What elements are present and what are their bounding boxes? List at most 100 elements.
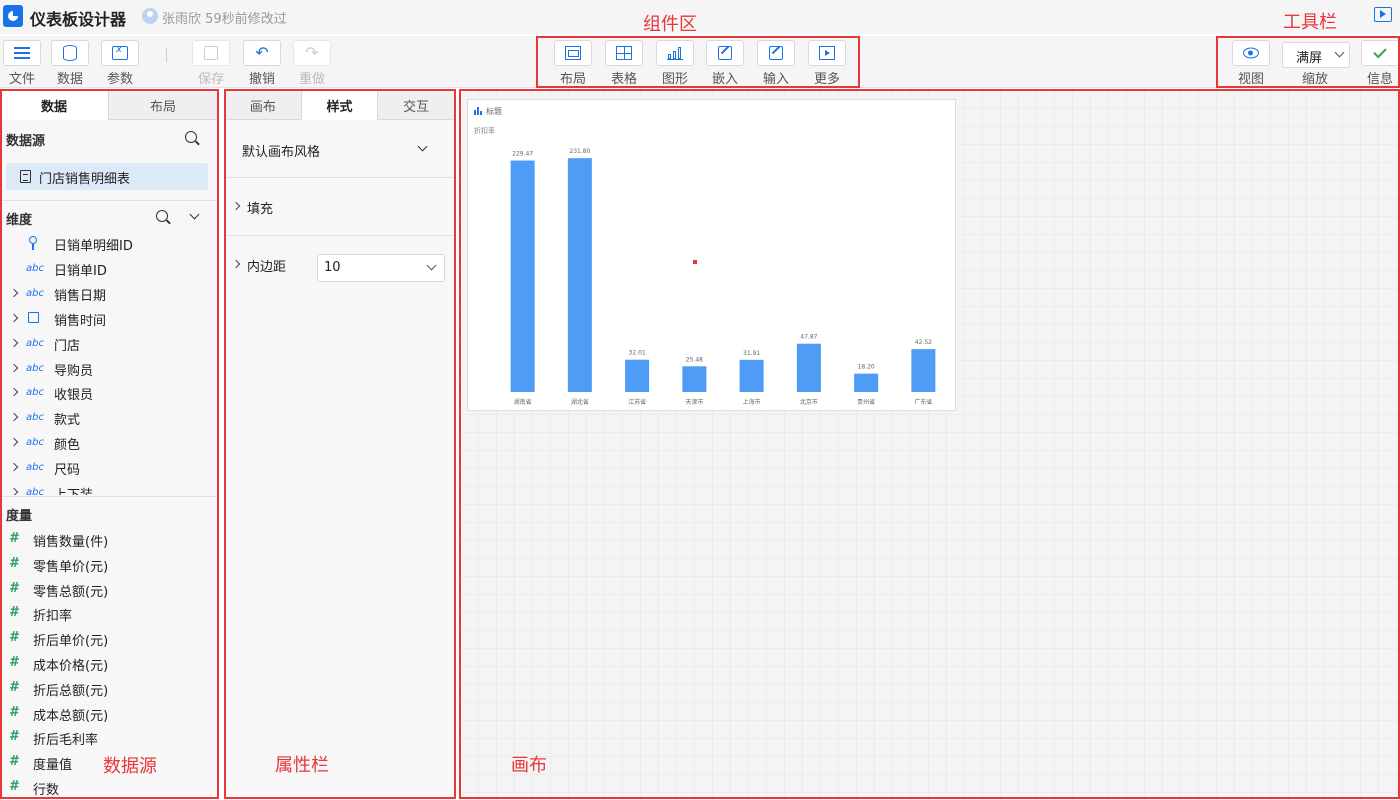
number-type-icon: # <box>9 630 19 646</box>
component-chart-button[interactable]: 图形 <box>653 40 697 88</box>
measure-field[interactable]: # 成本总额(元) <box>0 702 218 726</box>
dimension-field[interactable]: abc 颜色 <box>0 431 218 455</box>
component-embed-button[interactable]: 嵌入 <box>703 40 747 88</box>
measure-field[interactable]: # 行数 <box>0 776 218 800</box>
component-input-button[interactable]: 输入 <box>754 40 798 88</box>
padding-label: 内边距 <box>247 260 287 275</box>
redo-icon: ↷ <box>305 43 319 62</box>
measure-field[interactable]: # 成本价格(元) <box>0 652 218 676</box>
view-button[interactable]: 视图 <box>1229 40 1273 88</box>
measure-field[interactable]: # 零售单价(元) <box>0 553 218 577</box>
chart-category-label: 上海市 <box>743 398 761 406</box>
bar-chart-icon <box>667 46 683 60</box>
data-button[interactable]: 数据 <box>48 40 92 88</box>
datasource-area-label: 数据源 <box>103 756 157 777</box>
check-icon <box>1373 44 1387 59</box>
file-button[interactable]: 文件 <box>0 40 44 88</box>
dimension-field[interactable]: abc 日销单ID <box>0 257 218 281</box>
fill-row[interactable]: 填充 <box>225 178 455 236</box>
key-icon <box>29 236 37 250</box>
measure-field[interactable]: # 折扣率 <box>0 602 218 626</box>
padding-select[interactable]: 10 <box>317 254 445 282</box>
dimension-field[interactable]: abc 款式 <box>0 406 218 430</box>
selection-marker <box>693 260 697 264</box>
chevron-down-icon[interactable] <box>189 209 200 220</box>
dimension-field[interactable]: 日销单明细ID <box>0 232 218 256</box>
chevron-right-icon[interactable] <box>9 462 19 472</box>
chart-bar[interactable] <box>510 160 535 392</box>
measure-field[interactable]: # 折后毛利率 <box>0 726 218 750</box>
chart-bar[interactable] <box>625 359 650 392</box>
number-type-icon: # <box>9 655 19 670</box>
params-button[interactable]: 参数 <box>98 40 142 88</box>
text-type-icon: abc <box>26 487 44 495</box>
tab-canvas[interactable]: 画布 <box>225 90 302 120</box>
undo-button[interactable]: ↶ 撤销 <box>240 40 284 88</box>
property-panel: 画布 样式 交互 默认画布风格 填充 内边距 10 <box>225 90 456 800</box>
tab-layout[interactable]: 布局 <box>109 90 218 120</box>
chevron-right-icon[interactable] <box>9 413 19 422</box>
measure-field[interactable]: # 折后总额(元) <box>0 677 218 701</box>
tab-style[interactable]: 样式 <box>301 90 379 120</box>
datasource-search-icon[interactable] <box>185 131 197 143</box>
tab-interaction[interactable]: 交互 <box>378 90 456 120</box>
number-type-icon: # <box>9 679 19 695</box>
chart-bar[interactable] <box>682 366 707 392</box>
info-button[interactable]: 信息 <box>1358 40 1400 88</box>
chart-bar[interactable] <box>796 343 821 392</box>
canvas[interactable]: 标题 折扣率 229.47 湖南省 231.80 湖北省 32.01 江苏省 25.48 天津… <box>460 90 1400 800</box>
chevron-right-icon[interactable] <box>9 313 19 322</box>
canvas-style-row[interactable]: 默认画布风格 <box>225 120 455 178</box>
undo-icon: ↶ <box>255 43 269 62</box>
chart-widget[interactable]: 标题 折扣率 229.47 湖南省 231.80 湖北省 32.01 江苏省 25.48 天津… <box>467 99 956 411</box>
toolbar-area-label: 工具栏 <box>1283 12 1337 33</box>
chevron-right-icon[interactable] <box>9 388 19 397</box>
title-bar: 仪表板设计器 张雨欣 59秒前修改过 <box>0 0 1400 34</box>
layout-icon <box>565 46 581 60</box>
chevron-right-icon[interactable] <box>9 288 19 298</box>
dimension-search-icon[interactable] <box>156 210 168 222</box>
measure-field[interactable]: # 折后单价(元) <box>0 627 218 651</box>
chart-bar[interactable] <box>739 359 764 392</box>
preview-icon[interactable] <box>1374 7 1392 22</box>
chevron-down-icon <box>1334 47 1345 58</box>
measure-field[interactable]: # 销售数量(件) <box>0 528 218 552</box>
tab-data[interactable]: 数据 <box>0 90 109 120</box>
chart-category-label: 江苏省 <box>628 398 646 406</box>
dimension-field[interactable]: abc 上下装 <box>0 481 218 495</box>
dimension-field[interactable]: 销售时间 <box>0 307 218 331</box>
chevron-right-icon[interactable] <box>9 363 19 372</box>
chart-bar[interactable] <box>567 158 592 392</box>
embed-icon <box>718 46 732 60</box>
datasource-item[interactable]: 门店销售明细表 <box>6 163 208 190</box>
property-tabs: 画布 样式 交互 <box>225 90 456 120</box>
redo-button[interactable]: ↷ 重做 <box>290 40 334 88</box>
component-layout-button[interactable]: 布局 <box>551 40 595 88</box>
zoom-select[interactable]: 满屏 <box>1282 42 1350 68</box>
dimension-field[interactable]: abc 导购员 <box>0 357 218 381</box>
chevron-right-icon[interactable] <box>9 437 19 447</box>
chevron-right-icon[interactable] <box>231 259 241 269</box>
component-more-button[interactable]: 更多 <box>805 40 849 88</box>
number-type-icon: # <box>9 531 19 546</box>
chevron-right-icon[interactable] <box>9 338 19 347</box>
component-table-button[interactable]: 表格 <box>602 40 646 88</box>
save-icon <box>204 46 218 60</box>
dimension-field[interactable]: abc 收银员 <box>0 381 218 405</box>
number-type-icon: # <box>9 555 19 571</box>
padding-row: 内边距 10 <box>225 236 455 294</box>
chart-bar[interactable] <box>911 349 936 392</box>
dimension-field[interactable]: abc 门店 <box>0 332 218 356</box>
dimension-field-name: 门店 <box>54 338 81 354</box>
measure-field[interactable]: # 零售总额(元) <box>0 578 218 602</box>
dimension-field[interactable]: abc 销售日期 <box>0 282 218 306</box>
chart-bar[interactable] <box>854 373 879 392</box>
save-button[interactable]: 保存 <box>189 40 233 88</box>
panel-divider <box>0 200 218 201</box>
dimension-field-name: 日销单明细ID <box>54 239 133 254</box>
measure-field-name: 销售数量(件) <box>33 535 109 550</box>
canvas-style-label: 默认画布风格 <box>242 145 321 160</box>
chevron-right-icon[interactable] <box>9 487 19 495</box>
dimension-field[interactable]: abc 尺码 <box>0 456 218 480</box>
text-type-icon: abc <box>26 287 44 299</box>
